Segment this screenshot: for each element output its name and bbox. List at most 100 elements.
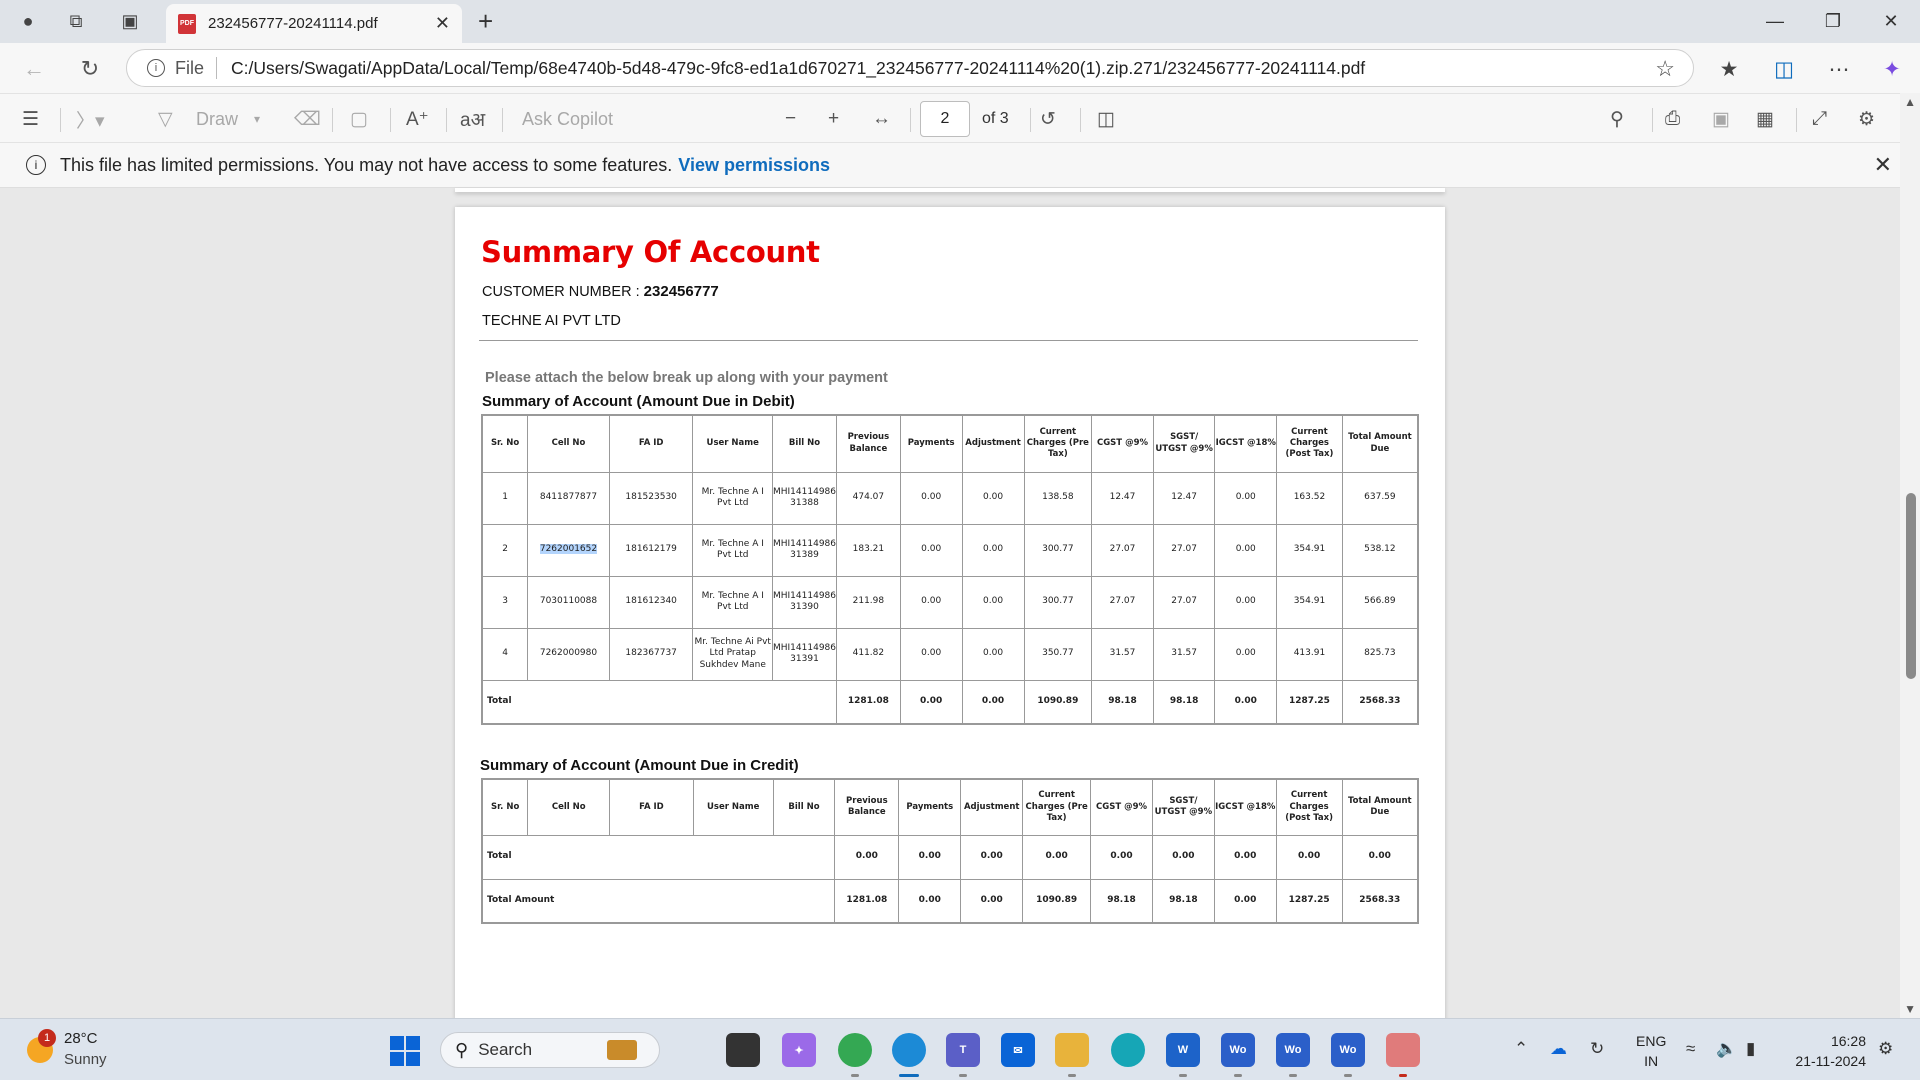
url-text[interactable]: C:/Users/Swagati/AppData/Local/Temp/68e4…: [231, 58, 1365, 79]
sync-icon[interactable]: ↻: [1590, 1039, 1604, 1059]
running-indicator: [851, 1074, 859, 1077]
zoom-out-icon[interactable]: −: [785, 106, 796, 132]
save-as-icon[interactable]: ▦: [1756, 106, 1774, 132]
word-icon[interactable]: Wo: [1221, 1033, 1255, 1067]
close-window-button[interactable]: ✕: [1861, 0, 1920, 43]
back-icon[interactable]: ←: [18, 53, 50, 85]
windows-start-icon[interactable]: [390, 1036, 420, 1066]
read-aloud-icon[interactable]: A⁺: [406, 106, 429, 132]
refresh-icon[interactable]: ↻: [74, 53, 106, 85]
table-cell: Mr. Techne Ai Pvt Ltd Pratap Sukhdev Man…: [692, 627, 773, 681]
temperature-label[interactable]: 28°C: [64, 1030, 98, 1047]
table-row[interactable]: 4 7262000980 182367737 Mr. Techne Ai Pvt Lt…: [481, 627, 1419, 681]
zoom-in-icon[interactable]: +: [828, 106, 839, 132]
cell-text: 8411877877: [539, 492, 598, 503]
draw-label[interactable]: Draw: [196, 106, 238, 132]
table-cell: 1090.89: [1023, 679, 1093, 725]
vertical-scrollbar[interactable]: ▲ ▼: [1900, 93, 1920, 1018]
browser-tab[interactable]: PDF 232456777-20241114.pdf ✕: [166, 4, 462, 43]
favorites-icon[interactable]: ★: [1713, 53, 1745, 85]
profile-icon[interactable]: ●: [8, 0, 48, 43]
table-cell: Mr. Techne A I Pvt Ltd: [692, 471, 773, 525]
battery-icon[interactable]: ▮: [1746, 1039, 1755, 1059]
weather-condition[interactable]: Sunny: [64, 1051, 107, 1068]
taskbar-search[interactable]: ⚲ Search: [440, 1032, 660, 1068]
ask-copilot-button[interactable]: Ask Copilot: [522, 106, 613, 132]
table-row[interactable]: 3 7030110088 181612340 Mr. Techne A I Pvt L…: [481, 575, 1419, 629]
scroll-up-icon[interactable]: ▲: [1904, 95, 1916, 109]
word-icon[interactable]: Wo: [1331, 1033, 1365, 1067]
highlight-icon[interactable]: 〉▾: [76, 106, 105, 132]
task-view-icon[interactable]: [726, 1033, 760, 1067]
language-indicator[interactable]: ENG IN: [1636, 1031, 1666, 1071]
tab-close-icon[interactable]: ✕: [435, 13, 450, 34]
table-cell: 2568.33: [1341, 878, 1419, 924]
more-menu-icon[interactable]: ⋯: [1823, 53, 1855, 85]
teams-icon[interactable]: T: [946, 1033, 980, 1067]
copilot-app-icon[interactable]: ✦: [782, 1033, 816, 1067]
copilot-icon[interactable]: ✦: [1876, 53, 1908, 85]
running-indicator: [1344, 1074, 1352, 1077]
new-tab-button[interactable]: +: [478, 6, 493, 37]
text-box-icon[interactable]: ▢: [350, 106, 368, 132]
print-icon[interactable]: ⎙: [1665, 106, 1680, 132]
chrome-icon[interactable]: [838, 1033, 872, 1067]
workspaces-icon[interactable]: ⧉: [56, 0, 96, 43]
column-header: Bill No: [772, 414, 837, 473]
rotate-icon[interactable]: ↺: [1040, 106, 1056, 132]
table-cell: 31.57: [1152, 627, 1216, 681]
site-info-icon[interactable]: i: [147, 59, 165, 77]
scroll-down-icon[interactable]: ▼: [1904, 1002, 1916, 1016]
minimize-button[interactable]: —: [1745, 0, 1805, 43]
page-number-input[interactable]: 2: [920, 101, 970, 137]
table-cell: 183.21: [836, 523, 901, 577]
toolbar-divider: [390, 108, 391, 132]
url-field[interactable]: i File C:/Users/Swagati/AppData/Local/Te…: [126, 49, 1694, 87]
notifications-bell-icon[interactable]: ⚙: [1878, 1039, 1893, 1059]
fullscreen-icon[interactable]: ⤢: [1812, 106, 1827, 132]
column-header: Current Charges (Post Tax): [1275, 778, 1343, 836]
page-view-icon[interactable]: ◫: [1097, 106, 1115, 132]
tab-actions-icon[interactable]: ▣: [110, 0, 150, 43]
word-icon[interactable]: Wo: [1276, 1033, 1310, 1067]
settings-gear-icon[interactable]: ⚙: [1858, 106, 1875, 132]
view-permissions-link[interactable]: View permissions: [678, 155, 830, 176]
browser-essentials-icon[interactable]: ◫: [1768, 53, 1800, 85]
draw-dropdown-icon[interactable]: ▾: [254, 106, 260, 132]
save-icon[interactable]: ▣: [1712, 106, 1730, 132]
draw-icon[interactable]: ▽: [158, 106, 173, 132]
find-icon[interactable]: ⚲: [1610, 106, 1624, 132]
table-cell: 4: [481, 627, 529, 681]
running-indicator: [1234, 1074, 1242, 1077]
scrollbar-thumb[interactable]: [1906, 493, 1916, 679]
table-row[interactable]: 1 8411877877 181523530 Mr. Techne A I Pvt L…: [481, 471, 1419, 525]
onedrive-cloud-icon[interactable]: ☁: [1550, 1039, 1567, 1059]
wifi-icon[interactable]: ≈: [1686, 1039, 1695, 1059]
column-header: Payments: [899, 414, 963, 473]
erase-icon[interactable]: ⌫: [294, 106, 321, 132]
table-cell: 181612179: [608, 523, 694, 577]
alexa-icon[interactable]: [1111, 1033, 1145, 1067]
snipping-tool-icon[interactable]: [1386, 1033, 1420, 1067]
translate-icon[interactable]: aअ: [460, 106, 485, 132]
pdf-viewer[interactable]: Summary Of Account CUSTOMER NUMBER : 232…: [0, 188, 1920, 1037]
fit-width-icon[interactable]: ↔: [872, 106, 891, 132]
mail-icon[interactable]: ✉: [1001, 1033, 1035, 1067]
cell-text: 27.07: [1171, 596, 1197, 607]
table-row[interactable]: 2 7262001652 181612179 Mr. Techne A I Pvt L…: [481, 523, 1419, 577]
word-online-icon[interactable]: W: [1166, 1033, 1200, 1067]
credit-section-title: Summary of Account (Amount Due in Credit…: [480, 757, 799, 774]
table-cell: 0.00: [1214, 471, 1278, 525]
volume-icon[interactable]: 🔈: [1716, 1039, 1737, 1059]
clock[interactable]: 16:28 21-11-2024: [1786, 1031, 1866, 1071]
table-cell: 0.00: [1341, 834, 1419, 880]
column-header: User Name: [692, 778, 774, 836]
contents-icon[interactable]: ☰: [22, 106, 39, 132]
file-explorer-icon[interactable]: [1055, 1033, 1089, 1067]
edge-icon[interactable]: [892, 1033, 926, 1067]
favorite-star-icon[interactable]: ☆: [1655, 56, 1675, 82]
restore-button[interactable]: ❐: [1803, 0, 1863, 43]
show-hidden-icons-chevron[interactable]: ⌃: [1514, 1039, 1528, 1059]
banner-close-icon[interactable]: ✕: [1874, 152, 1892, 178]
running-indicator: [1289, 1074, 1297, 1077]
